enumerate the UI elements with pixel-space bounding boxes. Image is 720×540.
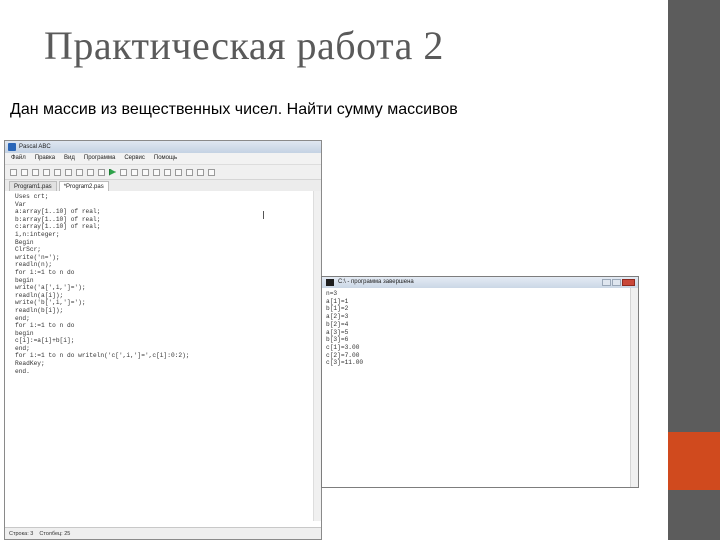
status-column: Столбец: 25 [39, 531, 71, 537]
console-line: b[1]=2 [326, 305, 349, 313]
ide-window-title: Pascal ABC [19, 144, 51, 150]
redo-icon[interactable] [98, 168, 105, 176]
ide-titlebar: Pascal ABC [5, 141, 321, 153]
code-line: end; [15, 344, 30, 352]
window-controls [602, 279, 635, 286]
code-line: readln(a[i]); [15, 291, 64, 299]
ide-window: Pascal ABC Файл Правка Вид Программа Сер… [4, 140, 322, 540]
save-icon[interactable] [32, 168, 39, 176]
code-line: b:array[1..10] of real; [15, 215, 101, 223]
console-scrollbar[interactable] [630, 288, 638, 487]
code-line: for i:=1 to n do [15, 268, 75, 276]
close-icon[interactable] [622, 279, 635, 286]
step-over-icon[interactable] [153, 168, 160, 176]
console-titlebar: C:\ - программа завершена [322, 277, 638, 288]
code-line: for i:=1 to n do writeln('c[',i,']=',c[i… [15, 352, 190, 360]
slide-title: Практическая работа 2 [44, 23, 444, 68]
code-editor[interactable]: Uses crt; Var a:array[1..10] of real; b:arr… [5, 191, 321, 521]
ide-statusbar: Строка: 3 Столбец: 25 [5, 527, 321, 539]
run-icon[interactable] [109, 168, 116, 176]
code-line: write('b[',i,']='); [15, 299, 86, 307]
copy-icon[interactable] [65, 168, 72, 176]
console-output: n=3 a[1]=1 b[1]=2 a[2]=3 b[2]=4 a[3]=5 b[3]=6 c… [322, 288, 638, 487]
menu-view[interactable]: Вид [64, 153, 75, 164]
console-window: C:\ - программа завершена n=3 a[1]=1 b[1]=… [321, 276, 639, 488]
console-line: c[2]=7.00 [326, 351, 360, 359]
step-icon[interactable] [142, 168, 149, 176]
minimize-icon[interactable] [602, 279, 611, 286]
console-line: b[3]=6 [326, 336, 349, 344]
debug-icon[interactable] [131, 168, 138, 176]
code-line: ReadKey; [15, 360, 45, 368]
maximize-icon[interactable] [612, 279, 621, 286]
code-line: write('a[',i,']='); [15, 284, 86, 292]
code-line: i,n:integer; [15, 230, 60, 238]
cut-icon[interactable] [54, 168, 61, 176]
console-line: a[2]=3 [326, 313, 349, 321]
menu-service[interactable]: Сервис [124, 153, 145, 164]
menu-edit[interactable]: Правка [35, 153, 55, 164]
app-icon [8, 143, 16, 151]
console-line: c[1]=3.00 [326, 343, 360, 351]
editor-scrollbar[interactable] [313, 191, 321, 521]
console-line: b[2]=4 [326, 320, 349, 328]
menu-help[interactable]: Помощь [154, 153, 177, 164]
code-text: Uses crt; Var a:array[1..10] of real; b:arr… [15, 193, 321, 375]
code-line: readln(n); [15, 261, 53, 269]
ide-toolbar [5, 165, 321, 180]
slide-subtitle: Дан массив из вещественных чисел. Найти … [10, 101, 458, 118]
decorative-accent-block [668, 432, 720, 490]
find-icon[interactable] [175, 168, 182, 176]
ide-menubar: Файл Правка Вид Программа Сервис Помощь [5, 153, 321, 165]
code-line: end; [15, 314, 30, 322]
code-line: begin [15, 329, 34, 337]
code-line: Begin [15, 238, 34, 246]
console-text: n=3 a[1]=1 b[1]=2 a[2]=3 b[2]=4 a[3]=5 b[3]=6 c… [326, 290, 638, 367]
options-icon[interactable] [197, 168, 204, 176]
console-line: c[3]=11.00 [326, 359, 364, 367]
code-line: begin [15, 276, 34, 284]
code-line: Uses crt; [15, 193, 49, 200]
new-file-icon[interactable] [10, 168, 17, 176]
help-icon[interactable] [208, 168, 215, 176]
console-line: a[1]=1 [326, 297, 349, 305]
menu-program[interactable]: Программа [84, 153, 115, 164]
code-line: c[i]:=a[i]+b[i]; [15, 337, 75, 345]
code-line: end. [15, 367, 30, 375]
code-line: ClrScr; [15, 246, 41, 254]
menu-file[interactable]: Файл [11, 153, 26, 164]
console-line: n=3 [326, 290, 338, 297]
code-line: write('n='); [15, 253, 60, 261]
text-cursor [263, 211, 264, 219]
code-line: Var [15, 200, 27, 208]
console-window-title: C:\ - программа завершена [338, 279, 414, 285]
code-line: for i:=1 to n do [15, 322, 75, 330]
open-file-icon[interactable] [21, 168, 28, 176]
console-line: a[3]=5 [326, 328, 349, 336]
watch-icon[interactable] [164, 168, 171, 176]
paste-icon[interactable] [76, 168, 83, 176]
status-line: Строка: 3 [9, 531, 34, 537]
undo-icon[interactable] [87, 168, 94, 176]
code-line: a:array[1..10] of real; [15, 208, 101, 216]
console-icon [326, 279, 334, 286]
code-line: readln(b[i]); [15, 306, 64, 314]
code-line: c:array[1..10] of real; [15, 223, 101, 231]
save-all-icon[interactable] [43, 168, 50, 176]
stop-icon[interactable] [120, 168, 127, 176]
replace-icon[interactable] [186, 168, 193, 176]
